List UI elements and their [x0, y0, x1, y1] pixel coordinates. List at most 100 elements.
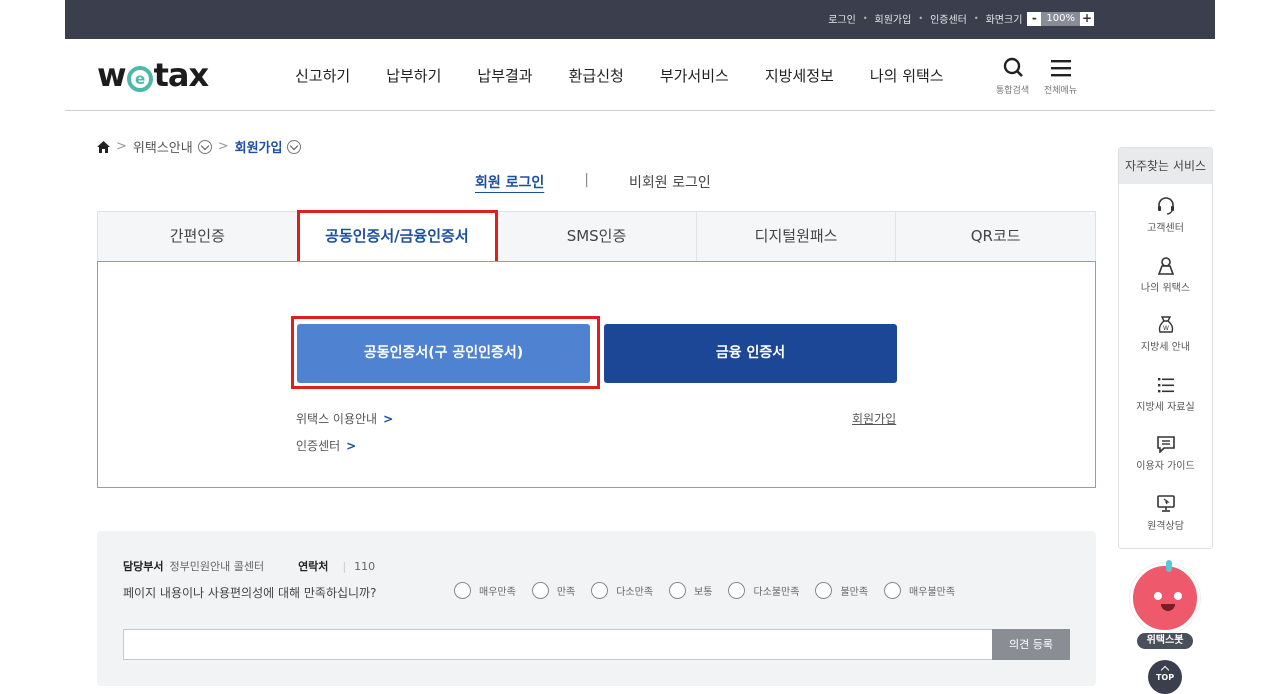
- chevron-down-icon[interactable]: [287, 139, 302, 154]
- bot-label: 위택스봇: [1137, 633, 1193, 649]
- bot-mascot-icon: [1130, 560, 1200, 633]
- cert-center-link[interactable]: 인증센터 >: [296, 437, 356, 454]
- breadcrumb-separator: >: [116, 139, 127, 154]
- rating-label: 보통: [694, 587, 713, 598]
- utility-signup-link[interactable]: 회원가입: [875, 11, 912, 26]
- nav-item-extra-services[interactable]: 부가서비스: [660, 65, 729, 86]
- wetax-bot-button[interactable]: 위택스봇: [1128, 560, 1202, 651]
- chevron-down-icon[interactable]: [197, 139, 212, 154]
- tab-digital-onepass[interactable]: 디지털원패스: [697, 212, 897, 261]
- wetax-guide-link[interactable]: 위택스 이용안내 >: [296, 410, 393, 427]
- rating-option[interactable]: 다소불만족: [728, 582, 799, 599]
- radio-circle[interactable]: [454, 582, 471, 599]
- sidebar-item-local-tax-guide[interactable]: W 지방세 안내: [1119, 303, 1212, 363]
- dept-value: 정부민원안내 콜센터: [169, 560, 265, 573]
- sidebar-item-label: 지방세 자료실: [1136, 401, 1195, 413]
- separator-dot: •: [918, 14, 924, 23]
- search-icon: [1003, 57, 1023, 77]
- sidebar-item-customer-center[interactable]: 고객센터: [1119, 184, 1212, 244]
- radio-circle[interactable]: [815, 582, 833, 599]
- rating-option[interactable]: 매우불만족: [884, 582, 955, 599]
- monitor-icon: [1156, 494, 1175, 512]
- hamburger-icon: [1050, 60, 1071, 77]
- list-icon: [1157, 377, 1174, 392]
- radio-circle[interactable]: [531, 582, 549, 599]
- rating-label: 만족: [556, 587, 576, 598]
- auth-method-tabs: 간편인증 공동인증서/금융인증서 SMS인증 디지털원패스 QR코드: [97, 211, 1096, 262]
- opinion-input[interactable]: [123, 629, 993, 660]
- separator-dot: •: [862, 14, 868, 23]
- rating-option[interactable]: 매우만족: [454, 582, 516, 599]
- scroll-top-button[interactable]: TOP: [1148, 660, 1182, 694]
- rating-label: 다소불만족: [753, 587, 800, 598]
- dept-info: 담당부서 정부민원안내 콜센터 연락처 | 110: [123, 558, 375, 574]
- home-icon[interactable]: [97, 140, 110, 153]
- utility-cert-center-link[interactable]: 인증센터: [930, 11, 967, 26]
- separator: |: [342, 559, 347, 573]
- nonmember-login-tab[interactable]: 비회원 로그인: [629, 172, 711, 192]
- wetax-logo[interactable]: w e tax: [97, 56, 209, 94]
- radio-circle[interactable]: [728, 582, 746, 599]
- zoom-value: 100%: [1041, 11, 1080, 26]
- rating-option[interactable]: 불만족: [815, 582, 868, 599]
- signup-link[interactable]: 회원가입: [852, 410, 896, 427]
- tab-joint-financial-cert[interactable]: 공동인증서/금융인증서: [297, 212, 498, 261]
- dept-label: 담당부서: [123, 560, 164, 573]
- zoom-out-button[interactable]: -: [1027, 11, 1042, 26]
- sidebar-item-remote-consult[interactable]: 원격상담: [1119, 482, 1212, 542]
- breadcrumb-level1[interactable]: 위택스안내: [133, 137, 193, 156]
- public-cert-login-button[interactable]: 공동인증서(구 공인인증서): [297, 324, 590, 383]
- sidebar-item-user-guide[interactable]: 이용자 가이드: [1119, 422, 1212, 482]
- radio-circle[interactable]: [669, 582, 687, 599]
- nav-item-payment-result[interactable]: 납부결과: [477, 65, 532, 86]
- headset-icon: [1157, 197, 1174, 215]
- all-menu-button[interactable]: 전체메뉴: [1044, 57, 1077, 96]
- money-bag-icon: W: [1158, 316, 1173, 333]
- breadcrumb: > 위택스안내 > 회원가입: [97, 137, 302, 156]
- tab-qr-code[interactable]: QR코드: [896, 212, 1095, 261]
- nav-item-local-tax-info[interactable]: 지방세정보: [765, 65, 834, 86]
- sidebar-item-my-wetax[interactable]: 나의 위택스: [1119, 244, 1212, 304]
- sidebar-item-label: 나의 위택스: [1140, 282, 1191, 294]
- tab-simple-auth[interactable]: 간편인증: [98, 212, 298, 261]
- wetax-guide-label: 위택스 이용안내: [296, 412, 378, 426]
- tab-sms-auth[interactable]: SMS인증: [497, 212, 697, 261]
- sidebar-item-label: 이용자 가이드: [1136, 461, 1195, 472]
- contact-value: 110: [354, 559, 376, 573]
- cert-login-panel: 공동인증서(구 공인인증서) 금융 인증서 위택스 이용안내 > 인증센터 > 회원…: [97, 261, 1096, 488]
- utility-links: 로그인 • 회원가입 • 인증센터 • 화면크기 - 100% +: [828, 11, 1094, 26]
- rating-label: 매우불만족: [909, 587, 956, 598]
- satisfaction-survey: 담당부서 정부민원안내 콜센터 연락처 | 110 페이지 내용이나 사용편의성…: [97, 531, 1096, 686]
- financial-cert-login-button[interactable]: 금융 인증서: [604, 324, 897, 383]
- breadcrumb-separator: >: [217, 139, 229, 154]
- separator-dot: •: [973, 14, 979, 23]
- zoom-in-button[interactable]: +: [1080, 11, 1094, 26]
- rating-option[interactable]: 만족: [531, 582, 576, 599]
- quick-services-sidebar: 자주찾는 서비스 고객센터 나의 위택스 W 지방세 안내 지방세 자료실 이용…: [1118, 147, 1213, 549]
- nav-item-refund[interactable]: 환급신청: [569, 65, 624, 86]
- submit-opinion-button[interactable]: 의견 등록: [992, 629, 1070, 660]
- breadcrumb-current[interactable]: 회원가입: [235, 137, 283, 156]
- utility-login-link[interactable]: 로그인: [828, 11, 856, 26]
- sidebar-item-label: 고객센터: [1147, 223, 1184, 234]
- sidebar-item-local-tax-archive[interactable]: 지방세 자료실: [1119, 363, 1212, 423]
- chevron-right-icon: >: [346, 439, 357, 453]
- person-icon: [1157, 256, 1174, 275]
- login-type-switch: 회원 로그인 | 비회원 로그인: [475, 172, 711, 192]
- radio-circle[interactable]: [591, 582, 609, 599]
- rating-label: 다소만족: [616, 587, 654, 598]
- nav-item-report[interactable]: 신고하기: [295, 65, 350, 86]
- divider: |: [584, 172, 589, 188]
- svg-text:W: W: [1163, 325, 1169, 332]
- member-login-tab[interactable]: 회원 로그인: [475, 172, 544, 192]
- sidebar-item-label: 지방세 안내: [1140, 342, 1191, 353]
- rating-option[interactable]: 보통: [669, 582, 712, 599]
- search-button[interactable]: 통합검색: [996, 57, 1029, 96]
- nav-item-payment[interactable]: 납부하기: [386, 65, 441, 86]
- radio-circle[interactable]: [884, 582, 902, 599]
- all-menu-label: 전체메뉴: [1044, 86, 1078, 96]
- rating-option[interactable]: 다소만족: [591, 582, 653, 599]
- nav-item-my-wetax[interactable]: 나의 위택스: [870, 65, 944, 86]
- speech-bubble-icon: [1156, 436, 1175, 453]
- zoom-label: 화면크기: [985, 15, 1023, 26]
